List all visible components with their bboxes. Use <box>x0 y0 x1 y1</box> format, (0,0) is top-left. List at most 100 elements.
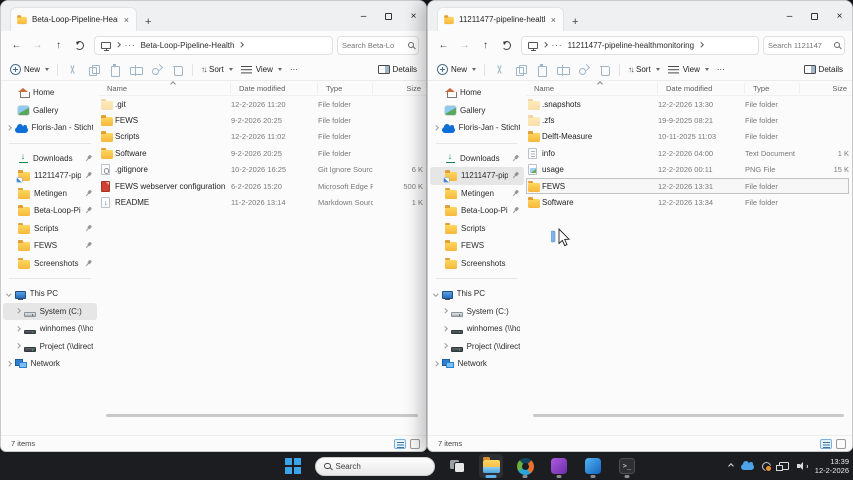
sidebar-item-onedrive[interactable]: Floris-Jan - Stichting <box>430 119 524 137</box>
minimize-button[interactable]: – <box>777 1 802 31</box>
refresh-button[interactable] <box>498 37 515 54</box>
sidebar-item-winhomes[interactable]: winhomes (\\home <box>3 320 97 338</box>
more-options-button[interactable]: ··· <box>717 65 725 74</box>
refresh-button[interactable] <box>71 37 88 54</box>
sidebar-item-winhomes[interactable]: winhomes (\\home <box>430 320 524 338</box>
start-button[interactable] <box>281 454 305 478</box>
forward-button[interactable]: → <box>456 37 473 54</box>
horizontal-scrollbar[interactable] <box>106 414 418 417</box>
column-header-name[interactable]: Name <box>526 82 658 94</box>
details-view-toggle[interactable] <box>394 438 406 449</box>
file-row[interactable]: FEWS webserver configuration 6-2-2026 15:… <box>99 178 423 194</box>
up-button[interactable]: ↑ <box>50 37 67 54</box>
maximize-button[interactable] <box>802 1 827 31</box>
paste-button[interactable] <box>108 63 121 77</box>
view-button[interactable]: View <box>240 65 282 75</box>
column-header-size[interactable]: Size <box>800 83 849 94</box>
taskbar-search[interactable]: Search <box>315 456 435 476</box>
minimize-button[interactable]: – <box>351 1 376 31</box>
address-bar[interactable]: ··· 11211477-pipeline-healthmonitoring <box>521 35 759 55</box>
sidebar-item-gallery[interactable]: Gallery <box>3 102 97 120</box>
notification-tray-icon[interactable] <box>761 461 773 472</box>
back-button[interactable]: ← <box>8 37 25 54</box>
new-button[interactable]: New <box>437 64 477 75</box>
column-header-type[interactable]: Type <box>745 82 800 94</box>
browser-taskbar-button[interactable] <box>513 454 537 478</box>
explorer-tab[interactable]: Beta-Loop-Pipeline-Health × <box>10 7 137 31</box>
network-tray-icon[interactable] <box>776 462 789 471</box>
sidebar-item-screenshots[interactable]: Screenshots <box>3 255 97 273</box>
details-pane-button[interactable]: Details <box>377 64 417 75</box>
sidebar-item-metingen[interactable]: Metingen <box>3 185 97 203</box>
more-options-button[interactable]: ··· <box>290 65 298 74</box>
sort-button[interactable]: ↑↓ Sort <box>201 65 233 75</box>
delete-button[interactable] <box>171 63 184 76</box>
file-explorer-taskbar-button[interactable] <box>479 454 503 478</box>
sidebar-item-downloads[interactable]: Downloads <box>3 150 97 168</box>
back-button[interactable]: ← <box>435 37 452 54</box>
share-button[interactable] <box>150 63 163 76</box>
breadcrumb-ellipsis[interactable]: ··· <box>125 41 136 50</box>
column-header-size[interactable]: Size <box>373 83 423 94</box>
sidebar-item-fews[interactable]: FEWS <box>430 237 524 255</box>
large-icons-view-toggle[interactable] <box>836 438 846 449</box>
sidebar-item-scripts[interactable]: Scripts <box>3 220 97 238</box>
sidebar-item-scripts[interactable]: Scripts <box>430 220 524 238</box>
new-tab-button[interactable]: + <box>145 17 151 28</box>
file-row-selected[interactable]: FEWS 12-2-2026 13:31 File folder <box>526 177 849 195</box>
file-row[interactable]: FEWS 9-2-2026 20:25 File folder <box>99 112 423 128</box>
purple-app-taskbar-button[interactable] <box>547 454 571 478</box>
task-view-button[interactable] <box>445 454 469 478</box>
sidebar-item-metingen[interactable]: Metingen <box>430 185 524 203</box>
rename-button[interactable] <box>129 63 143 76</box>
up-button[interactable]: ↑ <box>477 37 494 54</box>
file-row[interactable]: .snapshots 12-2-2026 13:30 File folder <box>526 96 849 112</box>
sidebar-item-home[interactable]: Home <box>3 84 97 102</box>
tab-close-icon[interactable]: × <box>122 15 131 24</box>
breadcrumb[interactable]: Beta-Loop-Pipeline-Health <box>141 41 235 50</box>
sidebar-item-home[interactable]: Home <box>430 84 524 102</box>
sidebar-item-onedrive[interactable]: Floris-Jan - Stichting <box>3 119 97 137</box>
blue-app-taskbar-button[interactable] <box>581 454 605 478</box>
search-input[interactable]: Search 1121147 <box>763 35 845 55</box>
sidebar-item-project[interactable]: Project (\\director <box>3 338 97 356</box>
column-header-date[interactable]: Date modified <box>231 82 318 94</box>
file-row[interactable]: Software 9-2-2026 20:25 File folder <box>99 145 423 161</box>
details-view-toggle[interactable] <box>820 438 832 449</box>
sort-button[interactable]: ↑↓ Sort <box>628 65 660 75</box>
titlebar[interactable]: 11211477-pipeline-healthmoni × + – × <box>428 1 852 31</box>
terminal-taskbar-button[interactable]: >_ <box>615 454 639 478</box>
sidebar-item-beta-loop[interactable]: Beta-Loop-Pipeli <box>430 202 524 220</box>
horizontal-scrollbar[interactable] <box>533 414 844 417</box>
file-row[interactable]: README11-2-2026 13:14Markdown Source ...… <box>99 194 423 210</box>
file-row[interactable]: Software 12-2-2026 13:34 File folder <box>526 194 849 210</box>
forward-button[interactable]: → <box>29 37 46 54</box>
close-button[interactable]: × <box>401 1 426 31</box>
tray-overflow-chevron-icon[interactable] <box>727 463 734 469</box>
onedrive-tray-icon[interactable] <box>740 461 754 470</box>
sidebar-item-system-c[interactable]: System (C:) <box>3 302 97 320</box>
volume-tray-icon[interactable] <box>796 462 808 471</box>
sidebar-item-11211477[interactable]: 11211477-pipelir <box>3 167 97 185</box>
sidebar-item-network[interactable]: Network <box>3 355 97 373</box>
maximize-button[interactable] <box>376 1 401 31</box>
file-row[interactable]: Scripts 12-2-2026 11:02 File folder <box>99 129 423 145</box>
column-header-type[interactable]: Type <box>318 82 373 94</box>
column-header-date[interactable]: Date modified <box>658 82 745 94</box>
cut-button[interactable] <box>493 63 506 76</box>
large-icons-view-toggle[interactable] <box>410 438 420 449</box>
sidebar-item-screenshots[interactable]: Screenshots <box>430 255 524 273</box>
tab-close-icon[interactable]: × <box>549 15 558 24</box>
titlebar[interactable]: Beta-Loop-Pipeline-Health × + – × <box>1 1 426 31</box>
sidebar-item-this-pc[interactable]: This PC <box>3 285 97 303</box>
file-row[interactable]: info 12-2-2026 04:00 Text Document 1 K <box>526 145 849 161</box>
share-button[interactable] <box>577 63 590 76</box>
file-row[interactable]: usage 12-2-2026 00:11 PNG File 15 K <box>526 162 849 178</box>
file-row[interactable]: .gitignore 10-2-2026 16:25 Git Ignore Sour… <box>99 162 423 178</box>
copy-button[interactable] <box>87 63 100 76</box>
details-pane-button[interactable]: Details <box>803 64 843 75</box>
column-header-name[interactable]: Name <box>99 82 231 94</box>
new-tab-button[interactable]: + <box>572 17 578 28</box>
breadcrumb[interactable]: 11211477-pipeline-healthmonitoring <box>568 41 694 50</box>
view-button[interactable]: View <box>667 65 709 75</box>
